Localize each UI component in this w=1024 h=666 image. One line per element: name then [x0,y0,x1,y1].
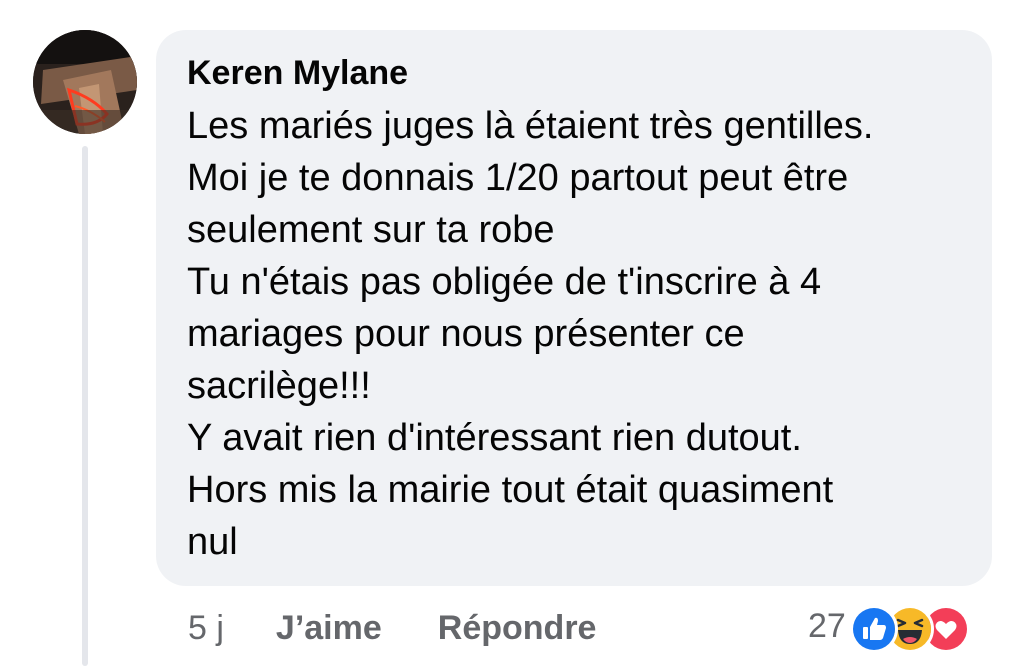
reply-button[interactable]: Répondre [438,609,597,648]
avatar-photo [33,30,137,134]
reaction-icons [849,602,984,653]
comment-text-line: nul [187,521,238,563]
comment-text-line: sacrilège!!! [187,365,371,407]
comment-text-line: Y avait rien d'intéressant rien dutout. [187,417,802,459]
comment-timestamp[interactable]: 5 j [188,609,224,648]
like-icon [849,605,898,653]
comment-text-line: mariages pour nous présenter ce [187,313,745,355]
avatar[interactable] [33,30,137,134]
thread-line [82,146,88,666]
comment-text-line: Tu n'étais pas obligée de t'inscrire à 4 [187,261,822,303]
comment-text-line: seulement sur ta robe [187,209,555,251]
comment-bubble: Keren Mylane Les mariés juges là étaient… [156,30,992,586]
reaction-count: 27 [808,606,846,645]
comment-text: Les mariés juges là étaient très gentill… [187,100,972,568]
comment-actions: 5 j J’aime Répondre [188,604,596,652]
comment-text-line: Les mariés juges là étaient très gentill… [187,105,874,147]
comment-author[interactable]: Keren Mylane [187,50,972,96]
comment-text-line: Hors mis la mairie tout était quasiment [187,469,834,511]
comment-text-line: Moi je te donnais 1/20 partout peut être [187,157,849,199]
reactions-summary[interactable]: 27 [808,600,984,653]
like-button[interactable]: J’aime [276,609,382,648]
